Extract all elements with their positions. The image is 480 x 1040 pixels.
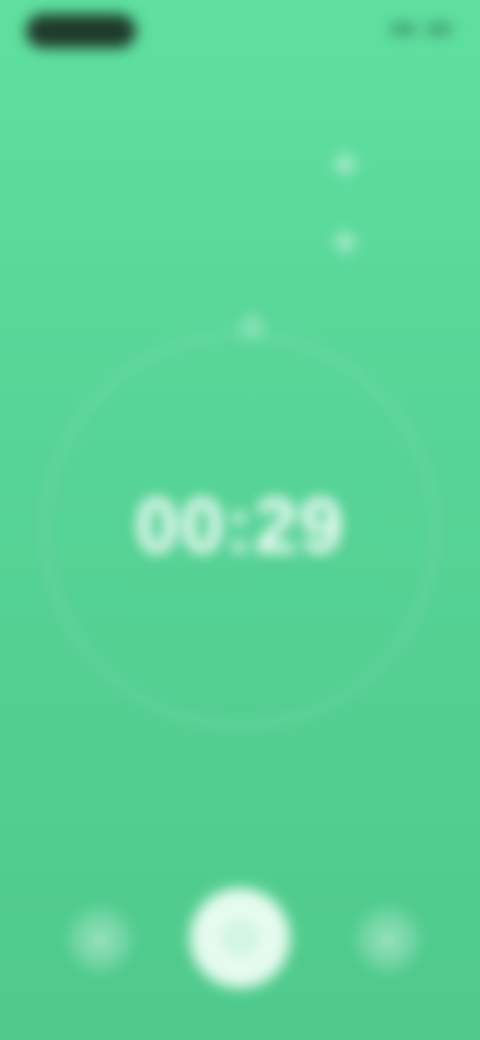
reset-button[interactable]: [70, 910, 130, 970]
action-label[interactable]: [150, 772, 330, 804]
play-button[interactable]: [190, 888, 290, 988]
timer-display: 00:29: [135, 481, 345, 569]
signal-icon: [390, 24, 416, 34]
reset-icon: [90, 930, 110, 950]
battery-icon: [426, 24, 452, 34]
app-screen: 00:29: [0, 0, 480, 1040]
play-icon: [226, 924, 254, 952]
setting-row-1[interactable]: [38, 144, 450, 184]
skip-button[interactable]: [358, 910, 418, 970]
plus-icon[interactable]: [330, 149, 360, 179]
status-bar-pill: [26, 14, 136, 48]
setting-row-2[interactable]: [38, 222, 450, 262]
status-icons: [390, 24, 452, 34]
plus-icon[interactable]: [330, 227, 360, 257]
skip-icon: [378, 930, 398, 950]
